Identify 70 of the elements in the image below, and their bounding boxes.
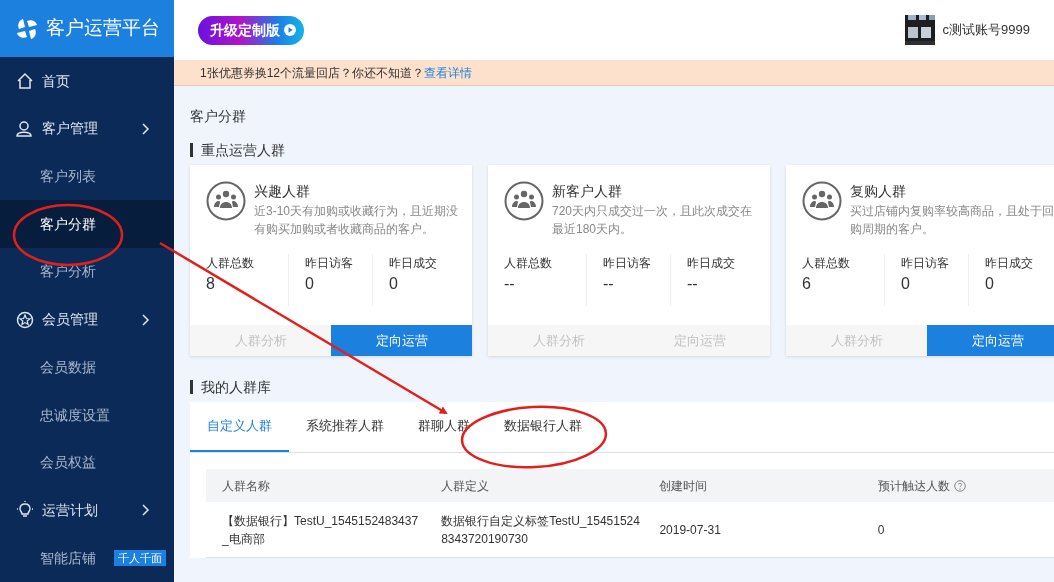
column-header: 人群定义: [441, 477, 490, 495]
section-title: 重点运营人群: [190, 143, 285, 157]
play-icon: [284, 24, 296, 36]
tab[interactable]: 群聊人群: [401, 402, 487, 452]
stat-value: 8: [206, 274, 216, 294]
card-title: 兴趣人群: [254, 182, 311, 201]
table-cell-text: 【数据银行】TestU_1545152483437_电商部: [221, 512, 420, 548]
notice-text: 1张优惠券换12个流量回店？你还不知道？: [200, 64, 425, 82]
stat-label: 昨日成交: [687, 255, 736, 272]
stat-value: 0: [305, 274, 315, 294]
stat-label: 昨日访客: [305, 255, 354, 272]
user-name[interactable]: c测试账号9999: [942, 20, 1030, 40]
column-header: 预计触达人数: [877, 477, 950, 495]
tab[interactable]: 数据银行人群: [487, 402, 599, 452]
stat-label: 人群总数: [504, 255, 553, 272]
stat-label: 人群总数: [206, 255, 255, 272]
chevron-right-icon: [141, 504, 150, 517]
sidebar-item[interactable]: 运营计划: [0, 486, 174, 535]
stat-label: 昨日成交: [389, 255, 438, 272]
group-icon: [206, 181, 246, 221]
card-title: 新客户人群: [552, 182, 623, 201]
stat-value: 0: [901, 274, 911, 294]
group-icon: [504, 181, 544, 221]
stat-value: 0: [985, 274, 995, 294]
tab[interactable]: 系统推荐人群: [289, 402, 401, 452]
chevron-right-icon: [141, 122, 150, 135]
sidebar-item[interactable]: 会员数据: [0, 343, 174, 392]
action-button[interactable]: 定向运营: [331, 325, 472, 356]
card-title: 复购人群: [850, 182, 907, 201]
section-title: 我的人群库: [190, 380, 271, 394]
star-icon: [16, 310, 34, 329]
page-title: 客户分群: [190, 107, 247, 126]
sidebar-item[interactable]: 会员权益: [0, 438, 174, 487]
table-cell-text: 数据银行自定义标签TestU_154515248343720190730: [440, 512, 641, 548]
stat-value: --: [687, 274, 699, 294]
stat-value: 6: [802, 274, 812, 294]
sidebar-item[interactable]: 客户分群: [0, 200, 174, 249]
badge: 千人千面: [114, 549, 166, 567]
stat-value: 0: [389, 274, 399, 294]
column-header: 人群名称: [222, 477, 270, 495]
help-icon: [953, 479, 966, 492]
stat-value: --: [504, 274, 516, 294]
card-description: 买过店铺内复购率较高商品，且处于回购周期的客户。: [850, 203, 1054, 238]
person-icon: [16, 119, 34, 138]
action-button[interactable]: 定向运营: [927, 325, 1054, 356]
stat-value: --: [603, 274, 615, 294]
stat-label: 人群总数: [802, 255, 851, 272]
column-header: 创建时间: [659, 477, 708, 495]
stat-label: 昨日成交: [985, 255, 1034, 272]
sidebar-item[interactable]: 会员管理: [0, 295, 174, 344]
logo-icon: [16, 17, 38, 40]
stat-label: 昨日访客: [901, 255, 950, 272]
app-title: 客户运营平台: [46, 16, 160, 41]
table-cell-text: 0: [876, 521, 886, 539]
sidebar-item[interactable]: 客户列表: [0, 152, 174, 201]
card-description: 近3-10天有加购或收藏行为，且近期没有购买加购或者收藏商品的客户。: [254, 203, 460, 238]
sidebar-item[interactable]: 忠诚度设置: [0, 391, 174, 439]
sidebar-item[interactable]: 首页: [0, 57, 174, 105]
sidebar-item[interactable]: 智能店铺 千人千面: [0, 534, 174, 582]
card-description: 720天内只成交过一次，且此次成交在最近180天内。: [552, 203, 754, 238]
sidebar-item[interactable]: 客户分析: [0, 248, 174, 296]
group-icon: [802, 181, 842, 221]
table-cell-text: 2019-07-31: [658, 521, 722, 539]
lightbulb-icon: [16, 501, 34, 520]
tab[interactable]: 自定义人群: [190, 402, 289, 452]
upgrade-button[interactable]: 升级定制版: [198, 15, 304, 45]
sidebar-item[interactable]: 客户管理: [0, 104, 174, 153]
stat-label: 昨日访客: [603, 255, 652, 272]
home-icon: [16, 72, 34, 91]
chevron-right-icon: [141, 313, 150, 326]
